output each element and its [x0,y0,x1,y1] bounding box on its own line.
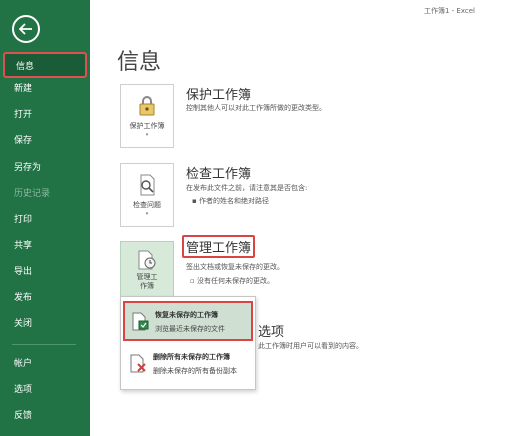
check-issues-button[interactable]: 检查问题 ▾ [120,163,174,227]
nav-item-info[interactable]: 信息 [3,52,87,78]
recover-unsaved-workbooks-item[interactable]: 恢复未保存的工作簿 浏览最近未保存的文件 [123,301,253,341]
back-arrow-icon [19,23,32,35]
delete-item-desc: 删除未保存的所有备份副本 [153,367,237,375]
manage-workbook-menu: 恢复未保存的工作簿 浏览最近未保存的文件 删除所有未保存的工作簿 删除未保存的所… [120,296,256,390]
nav-item-share[interactable]: 共享 [0,233,90,259]
back-button[interactable] [12,15,40,43]
manage-workbook-icon [138,250,156,270]
browser-options-desc: 此工作簿时用户可以看到的内容。 [258,342,363,350]
page-title: 信息 [117,50,162,75]
window-title: 工作簿1 - Excel [424,7,475,15]
nav-item-options[interactable]: 选项 [0,377,90,403]
chevron-down-icon: ▾ [145,211,149,217]
nav-item-close[interactable]: 关闭 [0,311,90,337]
protect-workbook-button[interactable]: 保护工作簿 ▾ [120,84,174,148]
inspect-title: 检查工作簿 [186,167,252,182]
manage-tile-label-2: 作簿 [140,282,154,290]
recover-item-title: 恢复未保存的工作簿 [155,311,218,319]
recover-item-desc: 浏览最近未保存的文件 [155,325,225,333]
backstage-nav: 信息 新建 打开 保存 另存为 历史记录 打印 共享 导出 发布 关闭 帐户 选… [0,0,90,436]
nav-item-save-as[interactable]: 另存为 [0,155,90,181]
recover-file-icon [132,312,149,331]
nav-item-publish[interactable]: 发布 [0,285,90,311]
delete-item-title: 删除所有未保存的工作簿 [153,353,230,361]
inspect-desc: 在发布此文件之前，请注意其是否包含: [186,184,308,192]
nav-item-feedback[interactable]: 反馈 [0,403,90,429]
document-icon: ▫ [190,277,197,285]
delete-unsaved-workbooks-item[interactable]: 删除所有未保存的工作簿 删除未保存的所有备份副本 [123,345,253,385]
protect-tile-label: 保护工作簿 [129,122,165,130]
nav-item-history: 历史记录 [14,189,51,199]
nav-item-export[interactable]: 导出 [0,259,90,285]
nav-divider [12,344,76,345]
manage-bullet: ▫ 没有任何未保存的更改。 [190,276,274,286]
nav-item-new[interactable]: 新建 [0,76,90,102]
bullet-icon: ▪ [192,197,199,205]
inspect-bullet: ▪ 作者的姓名和绝对路径 [192,196,269,206]
inspect-tile-label: 检查问题 [133,201,161,209]
nav-item-account[interactable]: 帐户 [0,351,90,377]
inspect-document-icon [140,174,155,196]
protect-title: 保护工作簿 [186,88,252,103]
chevron-down-icon: ▾ [145,132,149,138]
inspect-bullet-text: 作者的姓名和绝对路径 [198,197,269,205]
protect-desc: 控制其他人可以对此工作簿所做的更改类型。 [186,104,326,112]
lock-key-icon [139,96,155,116]
nav-item-open[interactable]: 打开 [0,102,90,128]
browser-options-title: 选项 [258,325,285,340]
manage-desc: 签出文档或恢复未保存的更改。 [186,263,284,271]
manage-bullet-text: 没有任何未保存的更改。 [196,277,274,285]
manage-title: 管理工作簿 [182,235,256,258]
nav-item-save[interactable]: 保存 [0,128,90,154]
nav-item-print[interactable]: 打印 [0,207,90,233]
delete-file-icon [130,354,146,373]
manage-tile-label-1: 管理工 [136,273,158,281]
